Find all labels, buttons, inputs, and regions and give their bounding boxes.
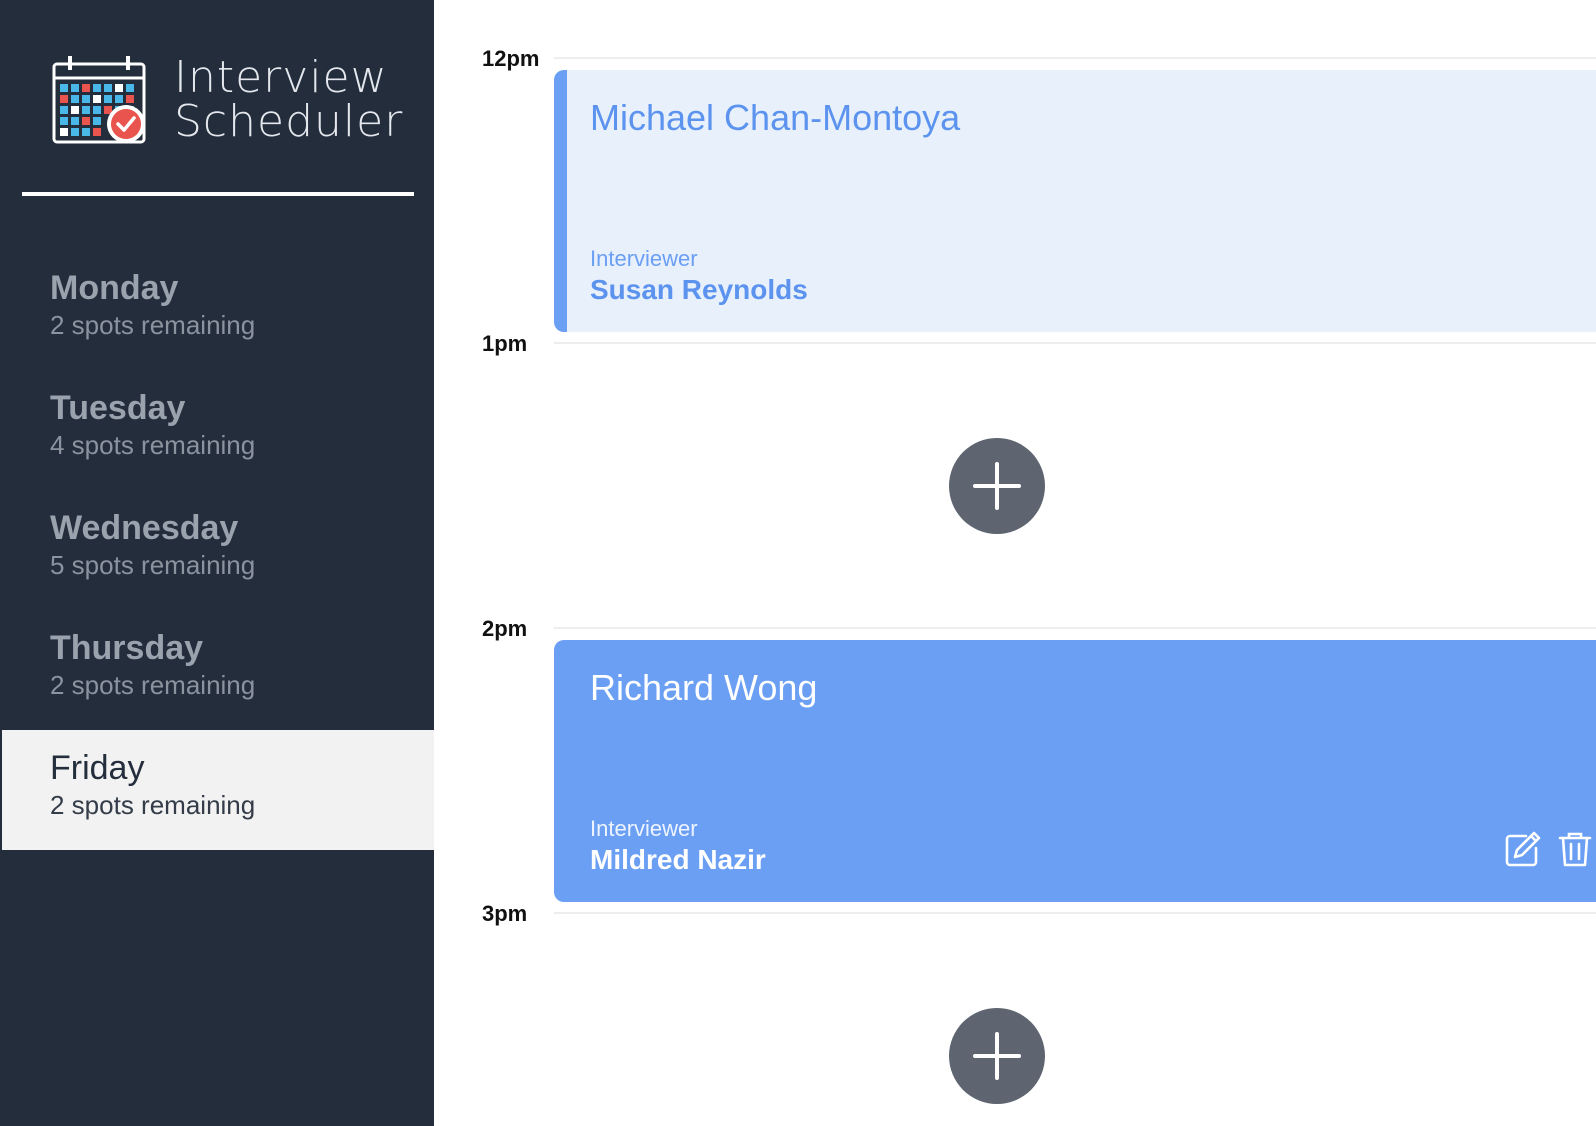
- student-name: Richard Wong: [590, 667, 818, 708]
- day-list: Monday 2 spots remaining Tuesday 4 spots…: [2, 250, 434, 850]
- day-spots: 5 spots remaining: [50, 550, 256, 580]
- sidebar: Interview Scheduler Monday 2 spots remai…: [0, 0, 434, 1126]
- day-spots: 2 spots remaining: [50, 670, 256, 700]
- interviewer-name: Mildred Nazir: [590, 844, 766, 875]
- day-name: Thursday: [50, 629, 204, 667]
- plus-icon: [973, 1032, 1021, 1080]
- hour-divider: [554, 57, 1596, 59]
- hour-label-3pm: 3pm: [482, 901, 528, 926]
- day-item-wednesday[interactable]: Wednesday 5 spots remaining: [2, 490, 434, 610]
- app-title: Interview Scheduler: [174, 56, 403, 144]
- add-appointment-button[interactable]: [949, 1008, 1045, 1104]
- sidebar-divider: [22, 192, 414, 196]
- hour-label-12pm: 12pm: [482, 46, 540, 71]
- appointment-card[interactable]: Richard Wong Interviewer Mildred Nazir: [554, 640, 1596, 902]
- day-spots: 4 spots remaining: [50, 430, 256, 460]
- app-title-line1: Interview: [174, 52, 388, 103]
- trash-icon[interactable]: [1556, 830, 1594, 868]
- day-item-thursday[interactable]: Thursday 2 spots remaining: [2, 610, 434, 730]
- hour-label-1pm: 1pm: [482, 331, 528, 356]
- student-name: Michael Chan-Montoya: [590, 97, 961, 138]
- day-name: Monday: [50, 269, 179, 307]
- app-title-line2: Scheduler: [174, 96, 404, 147]
- interviewer-name: Susan Reynolds: [590, 274, 808, 305]
- day-name: Tuesday: [50, 389, 186, 427]
- day-spots: 2 spots remaining: [50, 790, 256, 820]
- calendar-check-icon: [52, 56, 146, 144]
- day-name: Wednesday: [50, 509, 239, 547]
- interviewer-label: Interviewer: [590, 816, 698, 841]
- hour-label-2pm: 2pm: [482, 616, 528, 641]
- add-appointment-button[interactable]: [949, 438, 1045, 534]
- day-spots: 2 spots remaining: [50, 310, 256, 340]
- day-item-monday[interactable]: Monday 2 spots remaining: [2, 250, 434, 370]
- hour-divider: [554, 342, 1596, 344]
- day-name: Friday: [50, 749, 145, 787]
- app: Interview Scheduler Monday 2 spots remai…: [0, 0, 1596, 1126]
- edit-icon[interactable]: [1504, 830, 1542, 868]
- appointment-actions: [1504, 830, 1594, 868]
- day-item-friday[interactable]: Friday 2 spots remaining: [2, 730, 434, 850]
- appointment-card[interactable]: Michael Chan-Montoya Interviewer Susan R…: [554, 70, 1596, 332]
- plus-icon: [973, 462, 1021, 510]
- hour-divider: [554, 912, 1596, 914]
- schedule: 12pm Michael Chan-Montoya Interviewer Su…: [434, 0, 1596, 1126]
- day-item-tuesday[interactable]: Tuesday 4 spots remaining: [2, 370, 434, 490]
- hour-divider: [554, 627, 1596, 629]
- brand: Interview Scheduler: [52, 50, 403, 150]
- interviewer-label: Interviewer: [590, 246, 698, 271]
